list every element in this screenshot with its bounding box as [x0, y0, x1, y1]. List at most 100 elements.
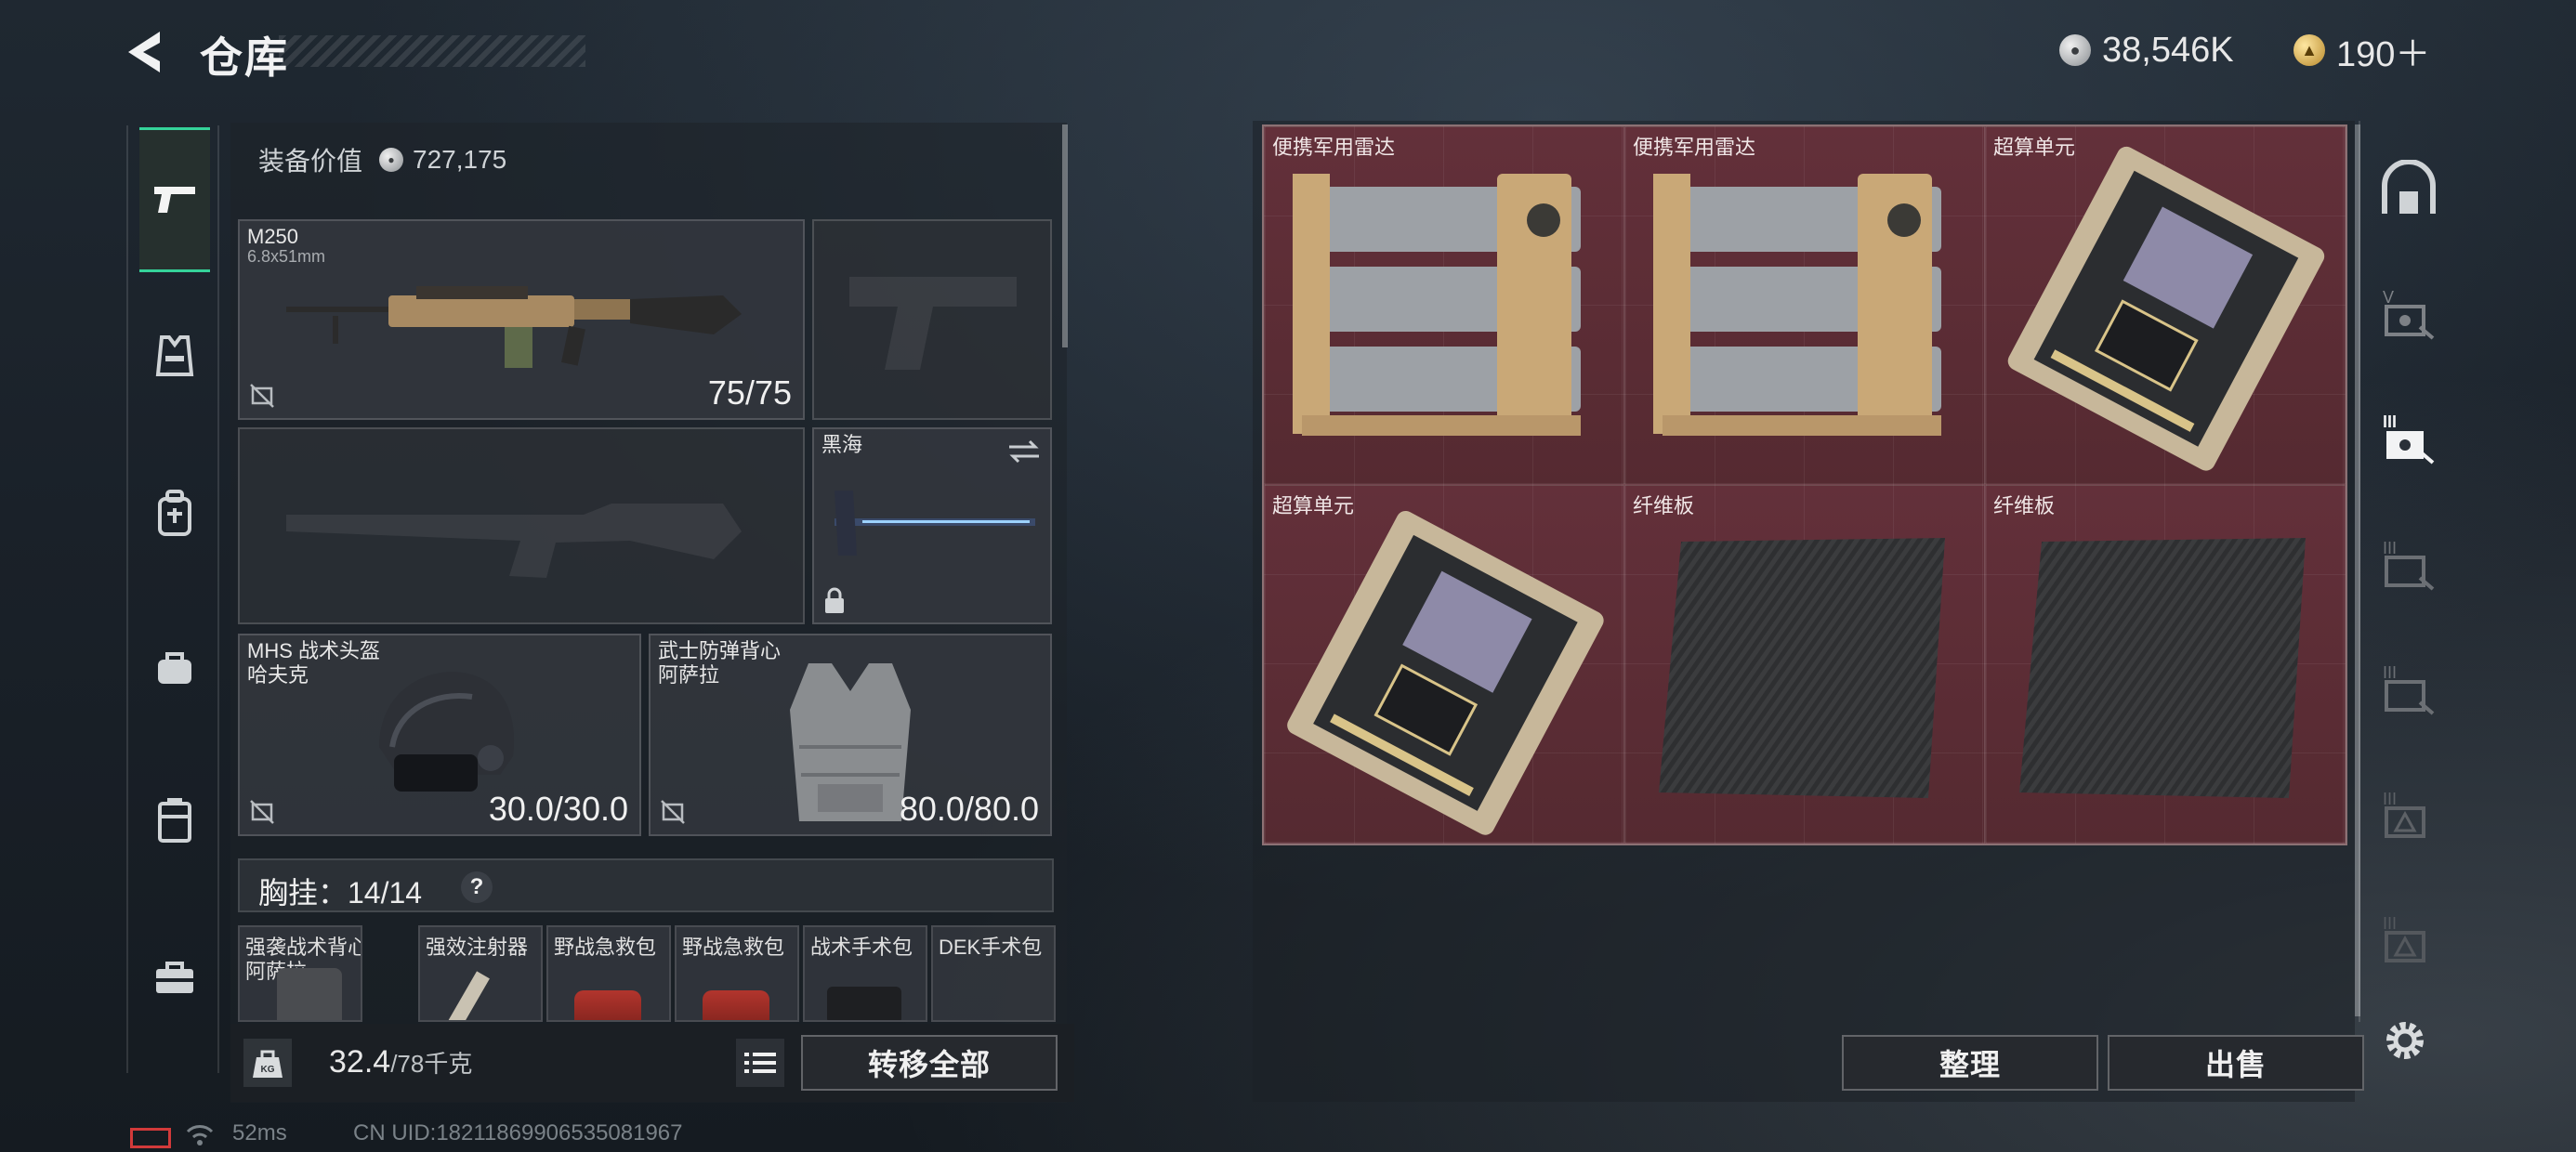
silver-coin-icon: ●: [379, 148, 404, 172]
svg-text:III: III: [2383, 790, 2397, 808]
vest-durability: 80.0/80.0: [899, 790, 1039, 828]
helmet-durability: 30.0/30.0: [488, 790, 628, 828]
tab-firearms[interactable]: [139, 127, 210, 272]
melee-slot[interactable]: 黑海: [812, 427, 1052, 624]
tab-vault[interactable]: [2379, 159, 2438, 219]
tab-locker[interactable]: [139, 785, 210, 856]
warning-crate-icon: III: [2383, 914, 2425, 962]
helmet-maker: 哈夫克: [247, 663, 309, 687]
lock-icon: [825, 587, 844, 613]
carry-weight: 32.4/78千克: [329, 1044, 472, 1080]
transfer-all-button[interactable]: 转移全部: [801, 1035, 1058, 1091]
container-item-fiberboard[interactable]: 纤维板: [1624, 485, 1985, 844]
tactical-axe-image: [835, 491, 1035, 556]
loadout-scrollbar[interactable]: [1062, 124, 1068, 347]
no-insure-icon: [250, 384, 274, 408]
help-icon[interactable]: ?: [461, 871, 493, 903]
no-insure-icon: [661, 800, 685, 824]
tab-storage-3[interactable]: III: [2379, 535, 2438, 595]
container-item-radar[interactable]: 便携军用雷达: [1624, 126, 1985, 485]
fiberboard-image: [2019, 538, 2306, 798]
tab-backpack[interactable]: [139, 478, 210, 549]
chest-item-label: DEK手术包: [939, 936, 1043, 959]
sort-button[interactable]: 整理: [1842, 1035, 2098, 1091]
ping-readout: 52ms: [232, 1120, 287, 1145]
warning-crate-icon: III: [2383, 790, 2425, 838]
gold-coin-icon: ▲: [2293, 34, 2325, 66]
silver-currency[interactable]: ● 38,546K: [2059, 30, 2234, 71]
silver-amount: 38,546K: [2102, 30, 2234, 70]
chest-item[interactable]: 强袭战术背心 阿萨拉: [238, 925, 362, 1022]
chest-item-label: 战术手术包: [810, 936, 913, 959]
medkit-image: [703, 990, 769, 1020]
user-uid: CN UID:18211869906535081967: [353, 1120, 683, 1145]
tab-storage-5[interactable]: III: [2379, 786, 2438, 845]
backpack-icon: [158, 490, 191, 536]
secondary-weapon-slot[interactable]: [238, 427, 805, 624]
machine-gun-image: [286, 286, 742, 368]
container-grid: 便携军用雷达 便携军用雷达 超算单元 超算单元 纤维板 纤维板: [1262, 124, 2347, 845]
equipment-value-amount: 727,175: [413, 145, 507, 174]
fiberboard-image: [1659, 538, 1945, 798]
melee-name: 黑海: [821, 433, 863, 456]
equipment-value: 装备价值 ● 727,175: [258, 141, 506, 178]
storage-tabs-rail: V III III III III III: [2359, 121, 2453, 1022]
list-view-button[interactable]: [736, 1039, 784, 1087]
armor-vest-icon: [155, 335, 194, 376]
silver-coin-icon: ●: [2059, 34, 2091, 66]
battery-icon: [130, 1128, 171, 1148]
toolbox-icon: [156, 962, 193, 993]
container-item-fiberboard[interactable]: 纤维板: [1985, 485, 2346, 844]
tab-toolbox[interactable]: [139, 943, 210, 1014]
chest-rig-label: 胸挂：14/14: [258, 876, 423, 910]
tab-storage-2[interactable]: III: [2379, 409, 2438, 468]
container-item-chip[interactable]: 超算单元: [1264, 485, 1624, 844]
crate-icon: V: [2383, 288, 2435, 340]
chest-rig-bar[interactable]: 胸挂：14/14 ?: [238, 858, 1054, 912]
vest-slot[interactable]: 武士防弹背心 阿萨拉 80.0/80.0: [649, 634, 1052, 836]
tab-bag[interactable]: [139, 632, 210, 702]
locker-icon: [158, 798, 191, 843]
vest-name: 武士防弹背心: [658, 639, 782, 662]
tab-storage-1[interactable]: V: [2379, 284, 2438, 344]
weapon-name: M250: [247, 225, 299, 248]
radar-image: [1653, 174, 1941, 436]
container-item-chip[interactable]: 超算单元: [1985, 126, 2346, 485]
wifi-icon: [186, 1122, 214, 1146]
radar-image: [1293, 174, 1581, 436]
chest-item[interactable]: 野战急救包: [546, 925, 671, 1022]
swap-arrows-icon[interactable]: [1007, 439, 1041, 465]
syringe-image: [440, 971, 490, 1020]
no-insure-icon: [250, 800, 274, 824]
svg-text:III: III: [2383, 663, 2397, 682]
gold-currency[interactable]: ▲ 190＋: [2293, 30, 2430, 74]
weapon-ammo: 75/75: [707, 373, 792, 412]
medkit-image: [574, 990, 641, 1020]
svg-text:V: V: [2383, 288, 2394, 307]
vest-maker: 阿萨拉: [658, 663, 720, 687]
sidearm-slot[interactable]: [812, 219, 1052, 420]
settings-gear-icon[interactable]: [2381, 1016, 2429, 1065]
svg-text:III: III: [2383, 914, 2397, 933]
title-decoration: [279, 35, 585, 67]
weight-icon: KG: [243, 1039, 292, 1087]
primary-weapon-slot[interactable]: M250 6.8x51mm 75/75: [238, 219, 805, 420]
chest-item[interactable]: 战术手术包: [803, 925, 927, 1022]
carry-weight-max: /78千克: [390, 1050, 473, 1078]
category-rail: [126, 125, 219, 1073]
container-item-radar[interactable]: 便携军用雷达: [1264, 126, 1624, 485]
kettlebell-icon: KG: [253, 1050, 283, 1078]
sell-button[interactable]: 出售: [2108, 1035, 2364, 1091]
chest-item[interactable]: DEK手术包: [931, 925, 1056, 1022]
vault-icon: [2382, 159, 2436, 214]
helmet-slot[interactable]: MHS 战术头盔 哈夫克 30.0/30.0: [238, 634, 641, 836]
back-arrow-icon[interactable]: [123, 28, 171, 76]
chest-item[interactable]: 强效注射器: [418, 925, 543, 1022]
compute-unit-image: [2007, 146, 2325, 471]
tab-storage-4[interactable]: III: [2379, 660, 2438, 719]
chest-item[interactable]: 野战急救包: [675, 925, 799, 1022]
carry-weight-current: 32.4: [329, 1044, 391, 1080]
tab-armor[interactable]: [139, 321, 210, 391]
tab-storage-6[interactable]: III: [2379, 910, 2438, 970]
bag-icon: [158, 652, 191, 684]
